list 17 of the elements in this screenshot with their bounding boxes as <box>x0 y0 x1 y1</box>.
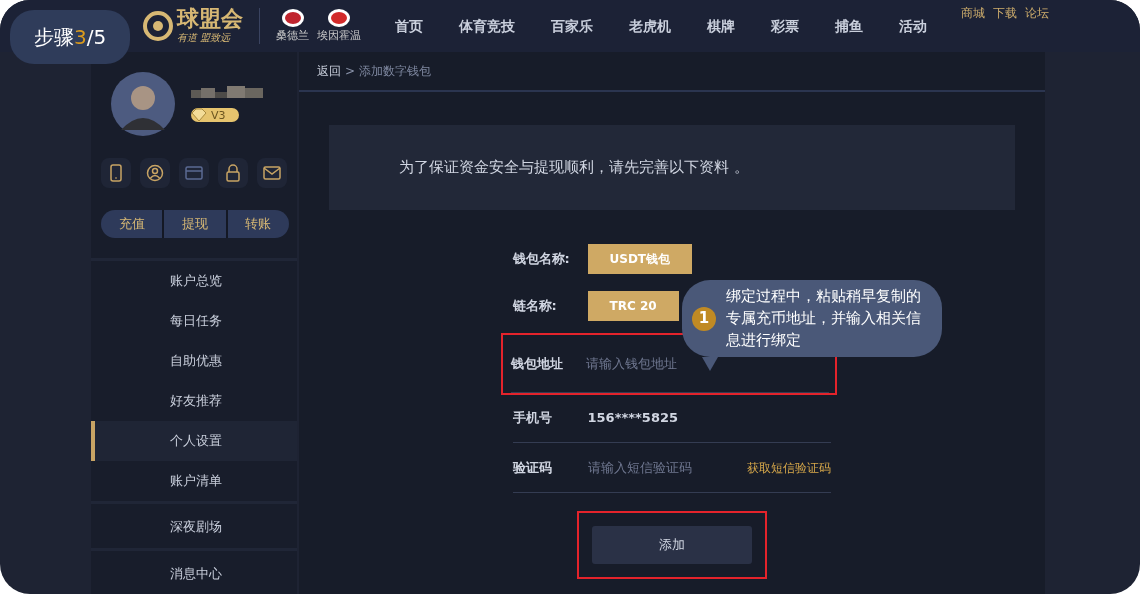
chip-value: TRC 20 <box>587 291 679 321</box>
step-number: 1 <box>692 306 716 331</box>
field-value: 156****5825 <box>587 409 678 428</box>
tooltip-text: 绑定过程中，粘贴稍早复制的专属充币地址，并输入相关信息进行绑定 <box>726 286 922 351</box>
field-label: 钱包地址 <box>510 355 564 374</box>
field-label: 手机号 <box>512 409 553 428</box>
vip-badge: V3 <box>191 108 239 122</box>
step-badge: 步骤3/5 <box>10 10 131 64</box>
logo-tagline: 有道 盟致远 <box>177 30 232 45</box>
field-label: 链名称: <box>512 297 558 316</box>
field-label: 钱包名称: <box>512 250 571 269</box>
notice-text: 为了保证资金安全与提现顺利，请先完善以下资料 。 <box>329 125 1015 210</box>
breadcrumb-separator: > <box>345 63 356 80</box>
chip-value: USDT钱包 <box>587 244 693 274</box>
field-label: 验证码 <box>512 459 553 478</box>
logo-text: 球盟会 <box>177 7 243 30</box>
breadcrumb-current: 添加数字钱包 <box>359 63 432 80</box>
